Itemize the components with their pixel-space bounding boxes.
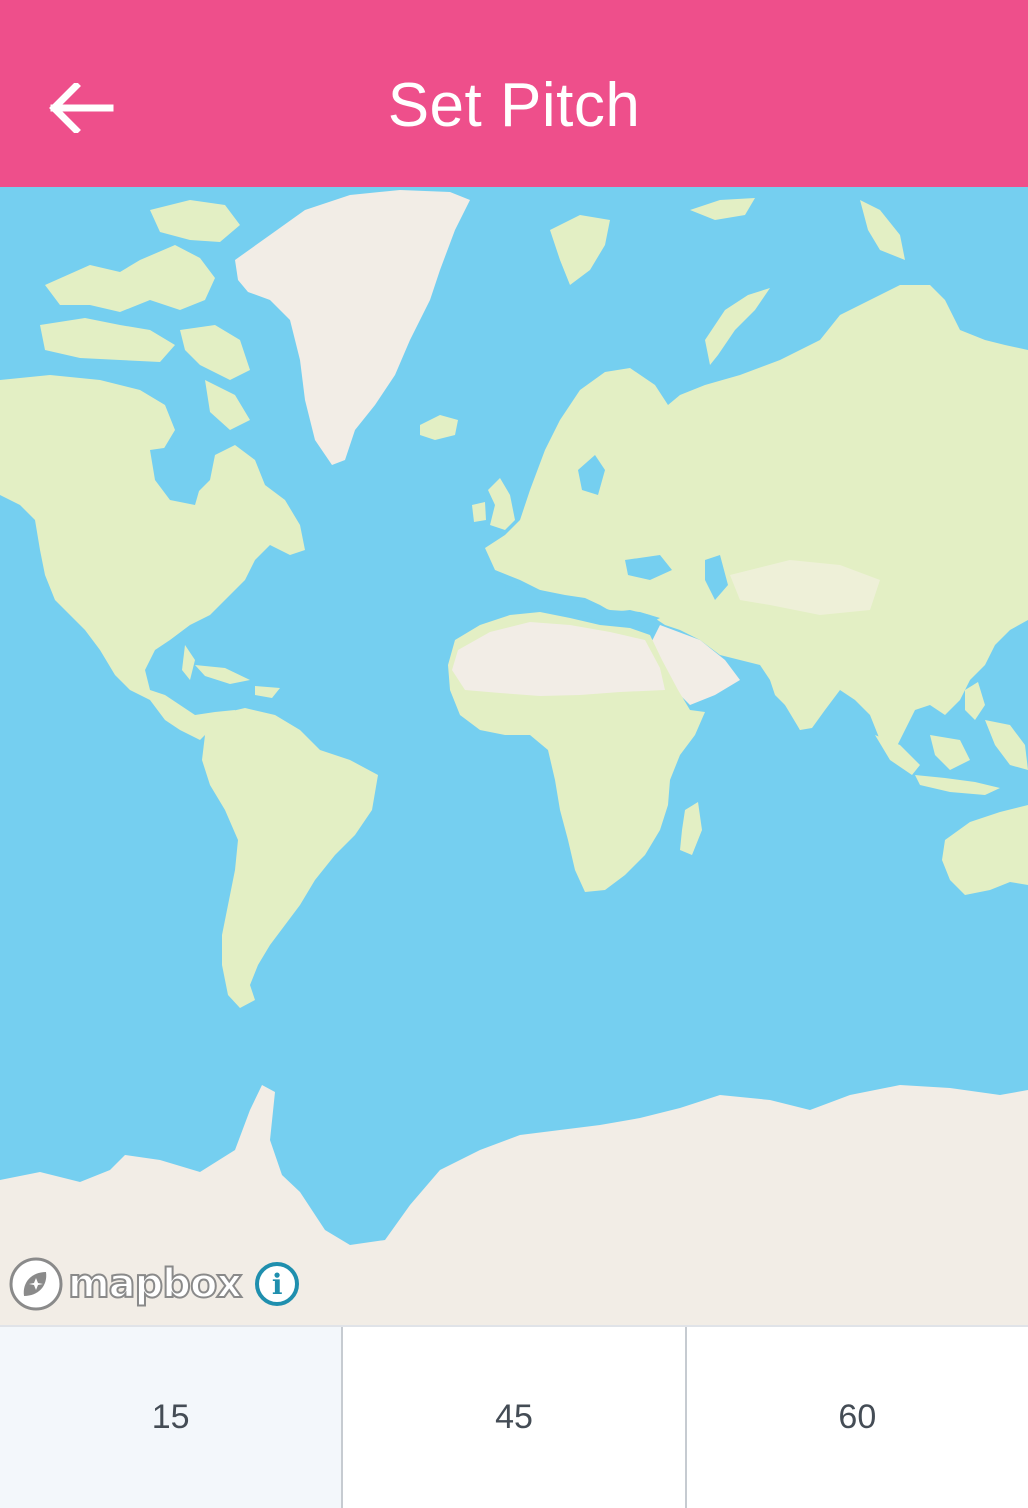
pitch-button-60[interactable]: 60 <box>686 1327 1028 1508</box>
info-icon: i <box>271 1267 283 1301</box>
mapbox-logo-icon <box>9 1257 63 1311</box>
map-view[interactable] <box>0 187 1028 1325</box>
mapbox-wordmark: mapbox <box>67 1260 243 1308</box>
world-map <box>0 187 1028 1325</box>
pitch-selector: 15 45 60 <box>0 1325 1028 1508</box>
page-title: Set Pitch <box>387 70 641 140</box>
pitch-button-15[interactable]: 15 <box>0 1327 344 1508</box>
app-bar: Set Pitch <box>0 0 1028 187</box>
mapbox-logo[interactable]: mapbox <box>8 1256 243 1312</box>
back-button[interactable] <box>30 66 130 150</box>
arrow-left-icon <box>49 83 114 133</box>
screen: Set Pitch mapbox i 15 45 60 <box>0 0 1028 1508</box>
pitch-button-label: 15 <box>151 1398 190 1436</box>
pitch-button-label: 45 <box>495 1398 533 1436</box>
attribution-info-button[interactable]: i <box>255 1262 300 1306</box>
pitch-button-45[interactable]: 45 <box>343 1327 687 1508</box>
pitch-button-label: 60 <box>838 1398 877 1436</box>
map-attribution: mapbox i <box>8 1254 300 1314</box>
